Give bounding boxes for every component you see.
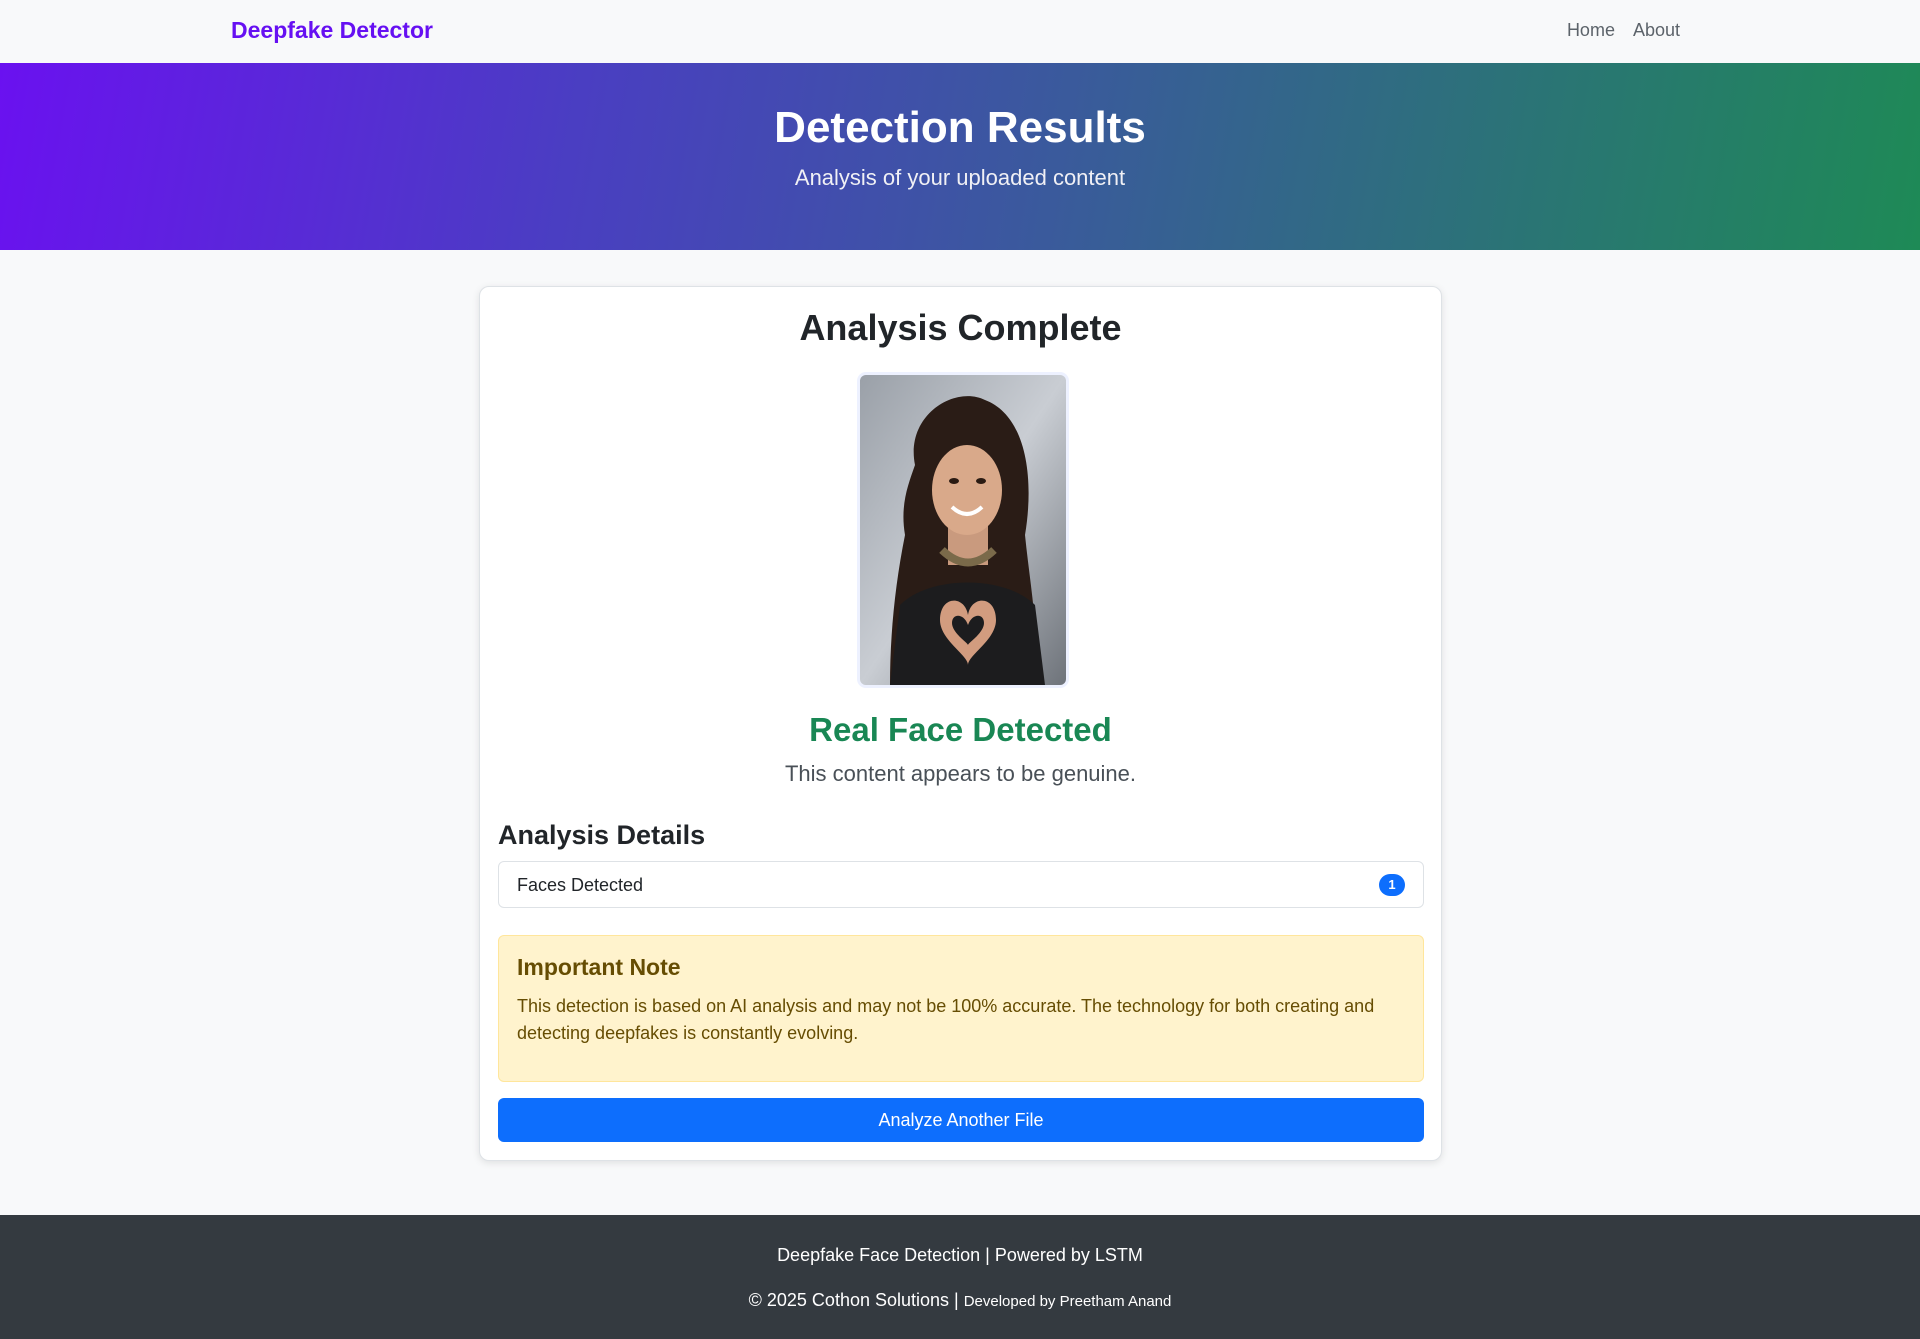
footer: Deepfake Face Detection | Powered by LST… <box>0 1215 1920 1339</box>
analyze-another-button[interactable]: Analyze Another File <box>498 1098 1424 1142</box>
uploaded-image <box>860 375 1066 685</box>
nav-links: Home About <box>1567 20 1680 41</box>
footer-copyright: © 2025 Cothon Solutions | <box>748 1290 964 1310</box>
portrait-image <box>860 375 1066 685</box>
footer-copyright-line: © 2025 Cothon Solutions | Developed by P… <box>0 1290 1920 1311</box>
faces-detected-label: Faces Detected <box>517 875 644 895</box>
nav-link-home[interactable]: Home <box>1567 20 1615 41</box>
note-text: This detection is based on AI analysis a… <box>517 996 1375 1043</box>
details-heading: Analysis Details <box>498 820 706 850</box>
result-title: Real Face Detected <box>809 711 1112 748</box>
result-description: This content appears to be genuine. <box>784 761 1137 786</box>
hero-banner: Detection Results Analysis of your uploa… <box>0 63 1920 250</box>
brand-link[interactable]: Deepfake Detector <box>231 17 433 44</box>
footer-tagline: Deepfake Face Detection | Powered by LST… <box>777 1245 1143 1265</box>
footer-developer: Developed by Preetham Anand <box>963 1293 1172 1310</box>
navbar: Deepfake Detector Home About <box>0 0 1920 63</box>
details-list: Faces Detected 1 <box>498 861 1424 908</box>
important-note-alert: Important Note This detection is based o… <box>498 935 1424 1082</box>
faces-detected-badge: 1 <box>1379 874 1405 896</box>
page-title: Detection Results <box>774 103 1146 152</box>
result-card: Analysis Complete Real Face Detected Thi… <box>479 286 1442 1161</box>
page-subtitle: Analysis of your uploaded content <box>794 165 1126 190</box>
note-title: Important Note <box>517 954 681 980</box>
nav-link-about[interactable]: About <box>1633 20 1680 41</box>
card-title: Analysis Complete <box>799 307 1122 348</box>
